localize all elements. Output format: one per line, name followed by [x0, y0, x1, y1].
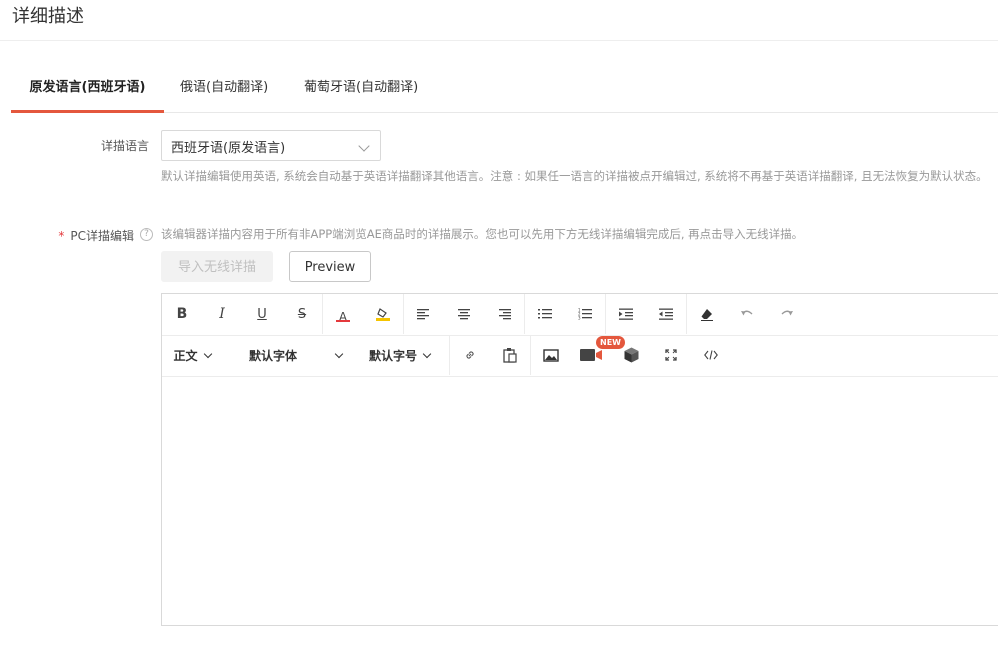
insert-image-button[interactable] — [531, 335, 571, 375]
fullscreen-icon — [665, 349, 677, 361]
paste-button[interactable] — [490, 335, 530, 375]
font-size-value: 默认字号 — [368, 348, 417, 363]
font-color-icon: A — [336, 306, 350, 324]
svg-text:3: 3 — [578, 316, 581, 321]
align-left-icon — [417, 309, 429, 320]
tab-original-language[interactable]: 原发语言(西班牙语) — [11, 66, 164, 113]
highlight-icon — [376, 308, 390, 321]
language-tabs: 原发语言(西班牙语) 俄语(自动翻译) 葡萄牙语(自动翻译) — [11, 66, 998, 113]
italic-button[interactable]: I — [202, 294, 242, 334]
underline-button[interactable]: U — [242, 294, 282, 334]
font-color-button[interactable]: A — [323, 294, 363, 334]
font-family-select[interactable]: 默认字体 — [222, 335, 352, 375]
undo-icon — [741, 310, 753, 316]
cube-icon — [624, 347, 638, 363]
italic-icon: I — [219, 306, 225, 322]
chevron-down-icon — [422, 349, 432, 358]
align-center-icon — [458, 309, 470, 320]
import-mobile-description-button[interactable]: 导入无线详描 — [161, 251, 273, 282]
bold-icon: B — [176, 306, 188, 322]
section-title: 详细描述 — [12, 6, 84, 27]
outdent-icon — [659, 308, 673, 320]
code-icon — [704, 350, 718, 360]
font-size-select[interactable]: 默认字号 — [357, 335, 442, 375]
insert-link-button[interactable] — [450, 335, 490, 375]
font-family-value: 默认字体 — [248, 348, 297, 363]
chevron-down-icon — [358, 140, 370, 152]
undo-button[interactable] — [727, 294, 767, 334]
indent-icon — [619, 308, 633, 320]
link-icon — [466, 351, 474, 359]
redo-button[interactable] — [767, 294, 807, 334]
description-language-value: 西班牙语(原发语言) — [171, 141, 286, 156]
numbered-list-icon: 1 2 3 — [578, 308, 592, 320]
description-language-hint: 默认详描编辑使用英语, 系统会自动基于英语详描翻译其他语言。注意 : 如果任一语… — [161, 169, 988, 183]
font-color-swatch — [336, 320, 350, 322]
tab-portuguese[interactable]: 葡萄牙语(自动翻译) — [304, 66, 418, 112]
clipboard-icon — [503, 348, 517, 363]
insert-3d-model-button[interactable] — [611, 335, 651, 375]
indent-button[interactable] — [606, 294, 646, 334]
pc-editor-label: * PC详描编辑 — [40, 227, 134, 244]
source-code-button[interactable] — [691, 335, 731, 375]
strikethrough-icon: S — [297, 306, 307, 322]
editor-toolbar-row-2: 正文 默认字体 默认字号 NEW — [162, 335, 998, 377]
align-right-icon — [499, 309, 511, 320]
rich-text-editor: B I U S A 1 2 3 正文 默认字体 默认字号 NEW — [161, 293, 998, 626]
video-icon — [580, 349, 602, 361]
description-language-label: 详描语言 — [100, 139, 149, 153]
paragraph-style-value: 正文 — [173, 348, 198, 363]
help-icon[interactable]: ? — [140, 228, 153, 241]
preview-button[interactable]: Preview — [289, 251, 371, 282]
outdent-button[interactable] — [646, 294, 686, 334]
chevron-down-icon — [203, 349, 212, 358]
strikethrough-button[interactable]: S — [282, 294, 322, 334]
bullet-list-icon — [538, 309, 552, 319]
editor-content-area[interactable] — [162, 376, 998, 625]
eraser-icon — [701, 308, 713, 321]
underline-icon: U — [257, 306, 267, 322]
clear-format-button[interactable] — [687, 294, 727, 334]
tab-russian[interactable]: 俄语(自动翻译) — [180, 66, 268, 112]
align-center-button[interactable] — [444, 294, 484, 334]
editor-toolbar-row-1: B I U S A 1 2 3 — [162, 294, 998, 336]
chevron-down-icon — [334, 349, 344, 358]
highlight-color-button[interactable] — [363, 294, 403, 334]
bullet-list-button[interactable] — [525, 294, 565, 334]
align-right-button[interactable] — [484, 294, 524, 334]
required-mark: * — [58, 229, 65, 243]
align-left-button[interactable] — [404, 294, 444, 334]
image-icon — [543, 348, 559, 362]
title-divider — [0, 40, 998, 41]
pc-editor-hint: 该编辑器详描内容用于所有非APP端浏览AE商品时的详描展示。您也可以先用下方无线… — [161, 227, 804, 241]
bold-button[interactable]: B — [162, 294, 202, 334]
numbered-list-button[interactable]: 1 2 3 — [565, 294, 605, 334]
pc-editor-label-text: PC详描编辑 — [70, 229, 134, 243]
description-language-select[interactable]: 西班牙语(原发语言) — [161, 130, 381, 161]
fullscreen-button[interactable] — [651, 335, 691, 375]
paragraph-style-select[interactable]: 正文 — [162, 335, 222, 375]
redo-icon — [781, 310, 793, 316]
